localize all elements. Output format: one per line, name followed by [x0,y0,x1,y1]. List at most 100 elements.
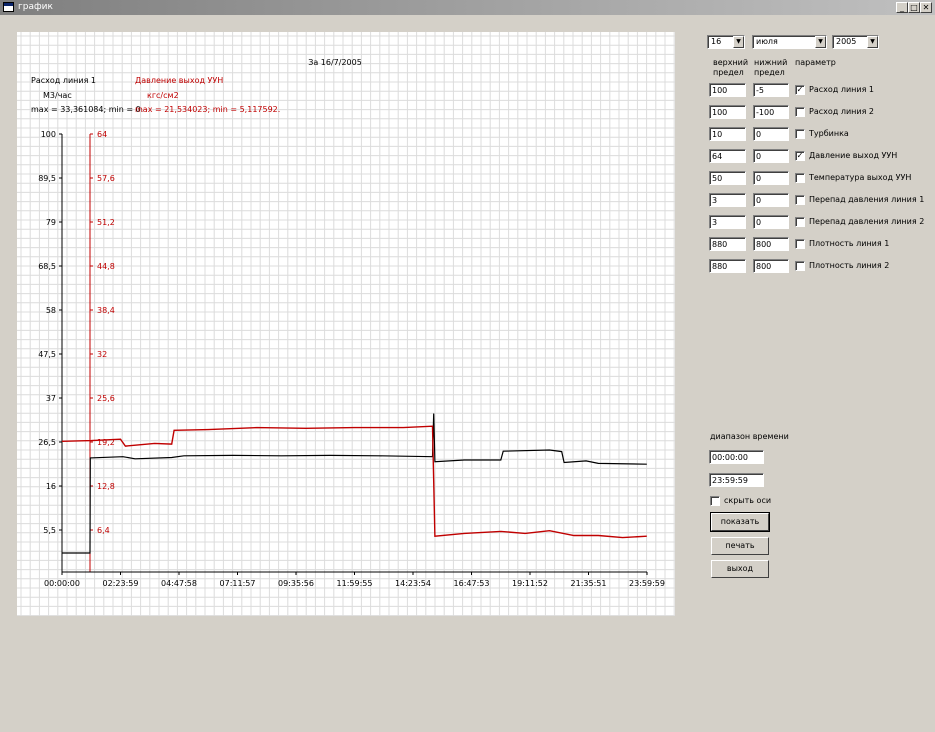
parameter-label: Турбинка [809,129,849,138]
lower-limit-input[interactable] [753,259,789,273]
parameter-label: Расход линия 2 [809,107,875,116]
y-tick-label-left: 5,5 [43,526,56,535]
hide-axes-checkbox[interactable] [710,496,720,506]
month-select[interactable]: июля ▼ [752,35,827,49]
parameter-label: Плотность линия 1 [809,239,890,248]
lower-limit-input[interactable] [753,215,789,229]
window-title: график [18,2,53,12]
parameter-label: Перепад давления линия 2 [809,217,925,226]
year-value: 2005 [836,37,857,46]
y-tick-label-right: 25,6 [97,394,115,403]
series2-name: Давление выход УУН [135,76,223,85]
title-bar: график _ □ ✕ [0,0,935,15]
y-tick-label-left: 47,5 [38,350,56,359]
lower-limit-input[interactable] [753,193,789,207]
upper-limit-header: верхний предел [713,58,749,78]
chevron-down-icon[interactable]: ▼ [815,36,826,48]
parameter-checkbox[interactable] [795,173,805,183]
parameter-checkbox[interactable] [795,239,805,249]
y-tick-label-left: 100 [41,130,56,139]
day-value: 16 [711,37,722,46]
lower-limit-input[interactable] [753,237,789,251]
parameter-label: Температура выход УУН [809,173,912,182]
parameter-checkbox[interactable]: ✓ [795,151,805,161]
y-tick-label-left: 26,5 [38,438,56,447]
parameter-checkbox[interactable] [795,195,805,205]
upper-limit-header-line1: верхний [713,58,749,67]
y-tick-label-left: 89,5 [38,174,56,183]
chart-panel: За 16/7/2005 Расход линия 1 М3/час max = 33… [17,32,675,616]
y-tick-label-left: 37 [46,394,56,403]
parameter-label: Давление выход УУН [809,151,898,160]
y-tick-label-left: 79 [46,218,56,227]
app-icon [3,2,14,12]
upper-limit-input[interactable] [709,215,746,229]
upper-limit-input[interactable] [709,83,746,97]
time-from-input[interactable] [709,450,764,464]
lower-limit-input[interactable] [753,149,789,163]
day-select[interactable]: 16 ▼ [707,35,745,49]
parameter-header: параметр [795,58,836,67]
upper-limit-header-line2: предел [713,68,744,77]
close-button[interactable]: ✕ [920,2,932,13]
x-tick-label: 07:11:57 [220,579,256,588]
exit-button[interactable]: выход [711,560,769,578]
upper-limit-input[interactable] [709,237,746,251]
parameter-label: Расход линия 1 [809,85,875,94]
y-tick-label-left: 16 [46,482,56,491]
parameter-label: Перепад давления линия 1 [809,195,925,204]
parameter-checkbox[interactable]: ✓ [795,85,805,95]
series2-stats: max = 21,534023; min = 5,117592. [135,105,280,114]
x-tick-label: 00:00:00 [44,579,80,588]
y-tick-label-right: 57,6 [97,174,115,183]
lower-limit-input[interactable] [753,105,789,119]
y-tick-label-right: 64 [97,130,107,139]
lower-limit-input[interactable] [753,83,789,97]
chevron-down-icon[interactable]: ▼ [867,36,878,48]
print-button[interactable]: печать [711,537,769,555]
parameter-checkbox[interactable] [795,261,805,271]
lower-limit-input[interactable] [753,171,789,185]
y-tick-label-right: 44,8 [97,262,115,271]
lower-limit-header-line1: нижний [754,58,788,67]
y-tick-label-left: 68,5 [38,262,56,271]
lower-limit-input[interactable] [753,127,789,141]
x-tick-label: 04:47:58 [161,579,197,588]
x-tick-label: 16:47:53 [454,579,490,588]
parameter-checkbox[interactable] [795,129,805,139]
time-to-input[interactable] [709,473,764,487]
x-tick-label: 11:59:55 [337,579,373,588]
show-button[interactable]: показать [710,512,770,532]
maximize-button[interactable]: □ [908,2,920,13]
hide-axes-label: скрыть оси [724,496,772,505]
parameter-checkbox[interactable] [795,107,805,117]
chart-title: За 16/7/2005 [308,58,362,67]
parameter-label: Плотность линия 2 [809,261,890,270]
x-tick-label: 09:35:56 [278,579,314,588]
upper-limit-input[interactable] [709,259,746,273]
x-tick-label: 14:23:54 [395,579,431,588]
upper-limit-input[interactable] [709,127,746,141]
series1-unit: М3/час [43,91,72,100]
y-tick-label-right: 32 [97,350,107,359]
parameter-checkbox[interactable] [795,217,805,227]
chevron-down-icon[interactable]: ▼ [733,36,744,48]
minimize-button[interactable]: _ [896,2,908,13]
y-tick-label-right: 12,8 [97,482,115,491]
x-tick-label: 19:11:52 [512,579,548,588]
lower-limit-header: нижний предел [754,58,788,78]
upper-limit-input[interactable] [709,149,746,163]
x-tick-label: 21:35:51 [571,579,607,588]
y-tick-label-right: 51,2 [97,218,115,227]
series1-name: Расход линия 1 [31,76,96,85]
year-select[interactable]: 2005 ▼ [832,35,879,49]
x-tick-label: 02:23:59 [103,579,139,588]
y-tick-label-right: 6,4 [97,526,110,535]
upper-limit-input[interactable] [709,171,746,185]
upper-limit-input[interactable] [709,193,746,207]
lower-limit-header-line2: предел [754,68,785,77]
y-tick-label-right: 38,4 [97,306,115,315]
month-value: июля [756,37,778,46]
upper-limit-input[interactable] [709,105,746,119]
y-tick-label-left: 58 [46,306,56,315]
